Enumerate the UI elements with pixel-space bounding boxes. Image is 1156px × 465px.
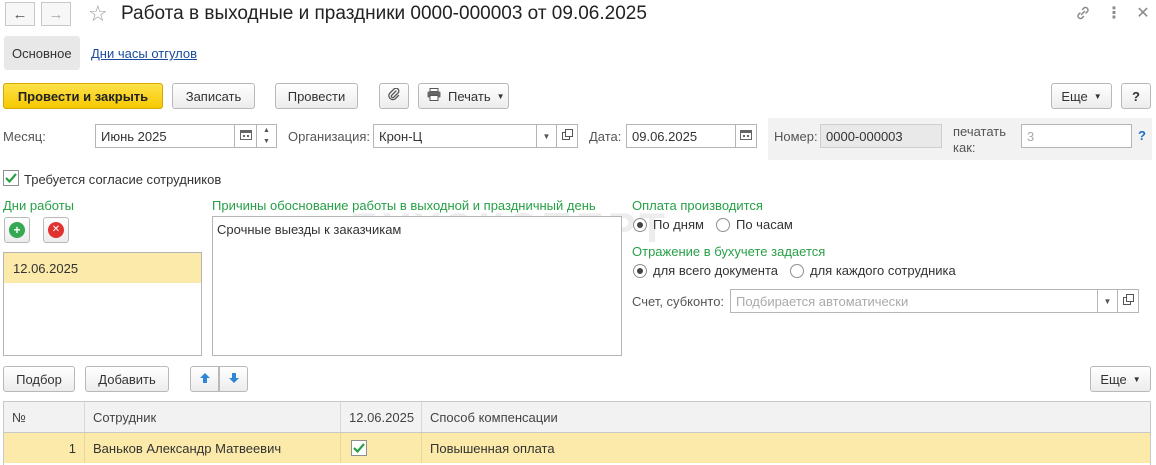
tab-main[interactable]: Основное [4,36,80,70]
column-header-compensation[interactable]: Способ компенсации [422,402,1150,432]
date-label: Дата: [589,129,622,144]
number-field: 0000-000003 [820,124,942,148]
column-header-day[interactable]: 12.06.2025 [341,402,422,432]
accounting-each-employee-radio[interactable]: для каждого сотрудника [790,263,956,278]
radio-icon [716,217,730,232]
more-vertical-icon[interactable]: ⋮ [1104,3,1124,23]
add-day-button[interactable]: + [4,217,30,243]
close-icon[interactable]: ✕ [1133,3,1153,23]
payment-title: Оплата производится [632,198,763,213]
account-field[interactable]: Подбирается автоматически [730,289,1098,313]
employees-table: № Сотрудник 12.06.2025 Способ компенсаци… [3,401,1151,465]
cell-compensation[interactable]: Повышенная оплата [422,433,1150,463]
work-days-title: Дни работы [3,198,75,213]
table-more-button[interactable]: Еще ▼ [1090,366,1151,392]
organization-field[interactable]: Крон-Ц [373,124,537,148]
print-button[interactable]: Печать ▼ [418,83,509,109]
more-button[interactable]: Еще ▼ [1051,83,1112,109]
paperclip-icon [387,87,401,105]
add-button[interactable]: Добавить [85,366,169,392]
radio-icon [633,263,647,278]
attach-button[interactable] [379,83,409,109]
radio-icon [633,217,647,232]
arrow-right-icon: → [48,5,64,23]
dropdown-arrow-icon: ▼ [542,131,551,141]
tab-days-hours-link[interactable]: Дни часы отгулов [91,46,197,61]
open-form-icon [561,129,573,143]
consent-label: Требуется согласие сотрудников [24,172,222,187]
plus-icon: + [9,222,25,238]
cell-employee[interactable]: Ваньков Александр Матвеевич [85,433,341,463]
stepper-down-icon[interactable]: ▼ [257,136,276,147]
list-item[interactable]: 12.06.2025 [4,253,201,283]
favorite-star-icon[interactable]: ☆ [88,1,108,27]
pick-button[interactable]: Подбор [3,366,75,392]
work-days-list[interactable]: 12.06.2025 [3,252,202,356]
forward-button[interactable]: → [41,2,71,26]
month-stepper[interactable]: ▲ ▼ [257,124,277,148]
month-label: Месяц: [3,129,46,144]
organization-open-button[interactable] [557,124,578,148]
back-button[interactable]: ← [5,2,35,26]
reasons-title: Причины обоснование работы в выходной и … [212,198,596,213]
account-dropdown-button[interactable]: ▼ [1098,289,1118,313]
dropdown-arrow-icon: ▼ [1103,296,1112,306]
account-label: Счет, субконто: [632,294,725,309]
radio-icon [790,263,804,278]
print-as-field[interactable]: 3 [1021,124,1132,148]
date-calendar-button[interactable] [736,124,757,148]
delete-day-button[interactable]: ✕ [43,217,69,243]
row-checkbox[interactable] [351,440,367,456]
link-icon[interactable] [1073,3,1093,23]
cell-day[interactable] [341,433,422,463]
post-and-close-button[interactable]: Провести и закрыть [3,83,163,109]
arrow-up-icon [199,372,211,387]
organization-dropdown-button[interactable]: ▼ [537,124,557,148]
cell-number: 1 [4,433,85,463]
dropdown-arrow-icon: ▼ [496,91,505,101]
checkmark-icon [353,441,365,456]
accounting-title: Отражение в бухучете задается [632,244,826,259]
print-as-help-icon[interactable]: ? [1138,128,1146,143]
account-open-button[interactable] [1118,289,1139,313]
column-header-number[interactable]: № [4,402,85,432]
dropdown-arrow-icon: ▼ [1132,374,1141,384]
help-button[interactable]: ? [1121,83,1151,109]
post-button[interactable]: Провести [275,83,358,109]
organization-label: Организация: [288,129,371,144]
page-title: Работа в выходные и праздники 0000-00000… [121,3,647,24]
open-form-icon [1122,294,1134,308]
month-field[interactable]: Июнь 2025 [95,124,235,148]
calendar-icon [740,129,752,143]
accounting-whole-document-radio[interactable]: для всего документа [633,263,778,278]
arrow-left-icon: ← [12,5,28,23]
payment-by-days-radio[interactable]: По дням [633,217,704,232]
delete-icon: ✕ [48,222,64,238]
checkmark-icon [5,171,17,186]
column-header-employee[interactable]: Сотрудник [85,402,341,432]
save-button[interactable]: Записать [172,83,255,109]
calendar-icon [239,129,252,143]
arrow-down-icon [228,372,240,387]
date-field[interactable]: 09.06.2025 [626,124,736,148]
table-header: № Сотрудник 12.06.2025 Способ компенсаци… [4,401,1150,433]
consent-checkbox[interactable] [3,170,19,186]
reasons-textarea[interactable]: Срочные выезды к заказчикам [212,216,622,356]
printer-icon [427,88,441,104]
stepper-up-icon[interactable]: ▲ [257,125,276,136]
move-up-button[interactable] [190,366,219,392]
payment-by-hours-radio[interactable]: По часам [716,217,793,232]
move-down-button[interactable] [219,366,248,392]
calendar-button[interactable] [235,124,257,148]
number-label: Номер: [774,129,818,144]
dropdown-arrow-icon: ▼ [1093,91,1102,101]
print-as-label: печатать как: [953,124,1007,155]
table-row[interactable]: 1 Ваньков Александр Матвеевич Повышенная… [4,433,1150,463]
